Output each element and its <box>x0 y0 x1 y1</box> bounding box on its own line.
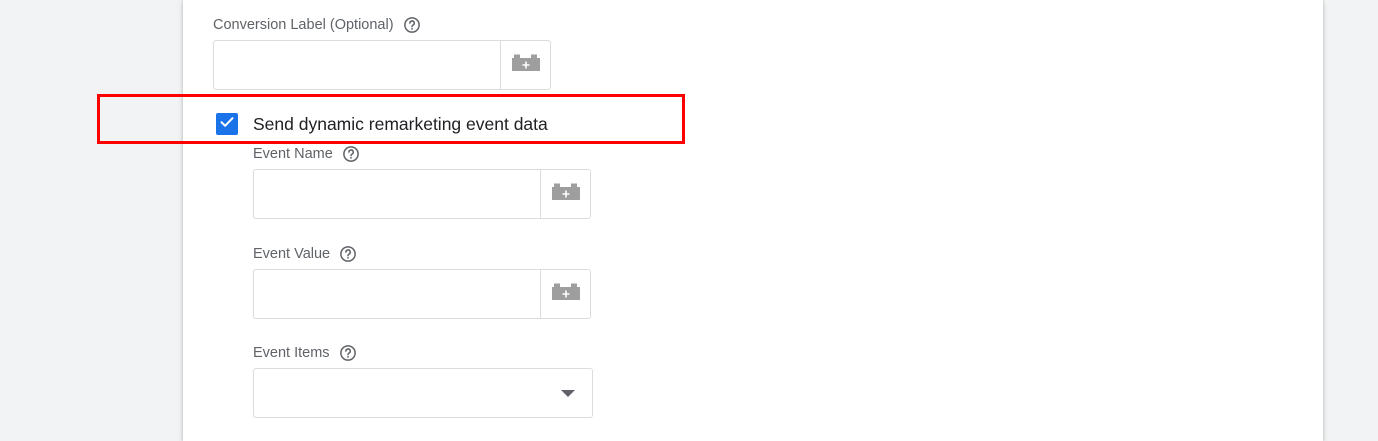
dynamic-remarketing-row: Send dynamic remarketing event data <box>216 113 548 135</box>
event-value-input-group <box>253 269 591 319</box>
event-name-input-group <box>253 169 591 219</box>
event-items-label-text: Event Items <box>253 345 330 361</box>
event-value-field-label: Event Value <box>253 244 357 264</box>
conversion-label-input[interactable] <box>214 41 500 89</box>
dynamic-remarketing-checkbox[interactable] <box>216 113 238 135</box>
event-value-variable-button[interactable] <box>540 270 590 318</box>
conversion-label-label-text: Conversion Label (Optional) <box>213 17 394 33</box>
event-name-input[interactable] <box>254 170 540 218</box>
help-circle-icon[interactable] <box>339 245 357 263</box>
dynamic-remarketing-label[interactable]: Send dynamic remarketing event data <box>253 114 548 135</box>
conversion-label-input-group <box>213 40 551 90</box>
conversion-label-variable-button[interactable] <box>500 41 550 89</box>
variable-brick-plus-icon <box>511 54 541 77</box>
event-items-field-label: Event Items <box>253 343 357 363</box>
event-value-label-text: Event Value <box>253 246 331 262</box>
variable-brick-plus-icon <box>551 283 581 306</box>
caret-down-icon <box>561 390 575 397</box>
checkmark-icon <box>218 113 236 136</box>
event-items-select[interactable] <box>253 368 593 418</box>
help-circle-icon[interactable] <box>339 344 357 362</box>
conversion-label-field-label: Conversion Label (Optional) <box>213 15 421 35</box>
help-circle-icon[interactable] <box>342 145 360 163</box>
event-name-label-text: Event Name <box>253 146 333 162</box>
event-name-field-label: Event Name <box>253 144 360 164</box>
help-circle-icon[interactable] <box>403 16 421 34</box>
event-value-input[interactable] <box>254 270 540 318</box>
event-name-variable-button[interactable] <box>540 170 590 218</box>
variable-brick-plus-icon <box>551 183 581 206</box>
